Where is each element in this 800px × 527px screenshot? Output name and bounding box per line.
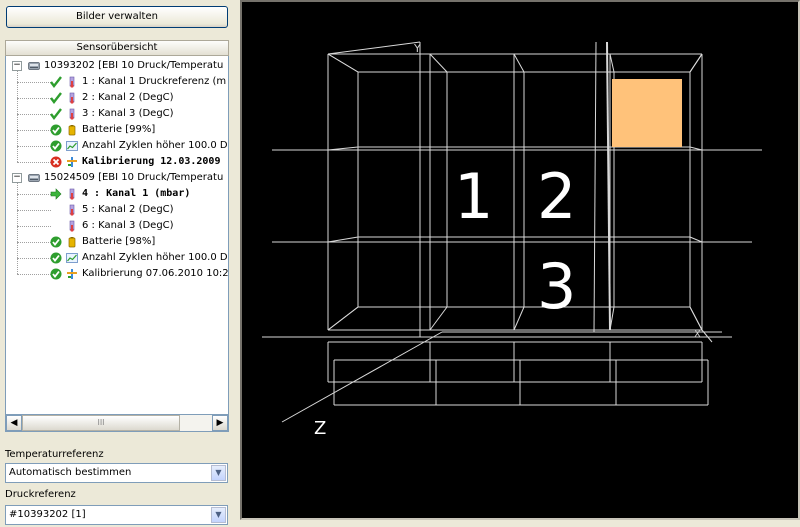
scroll-left-button[interactable]: ◀ — [6, 415, 22, 431]
temperature-reference-value: Automatisch bestimmen — [9, 467, 132, 478]
pressure-reference-label: Druckreferenz — [5, 489, 76, 500]
wireframe-line — [327, 306, 359, 331]
thermometer-icon — [69, 220, 75, 232]
chevron-down-icon[interactable]: ▼ — [211, 507, 226, 523]
ok-status-icon — [50, 140, 62, 152]
channel-node-label: Anzahl Zyklen höher 100.0 D — [82, 252, 228, 263]
battery-icon — [68, 125, 76, 136]
channel-node[interactable]: 3 : Kanal 3 (DegC) — [6, 106, 226, 122]
wireframe-line — [609, 53, 615, 73]
thermometer-icon — [69, 92, 75, 104]
wireframe-line — [327, 41, 421, 55]
channel-node-label: Kalibrierung 07.06.2010 10:2 — [82, 268, 229, 279]
sensor-tree[interactable]: − 10393202 [EBI 10 Druck/Temperatu 1 : Kan… — [5, 56, 229, 415]
channel-node-label: Batterie [99%] — [82, 124, 156, 135]
thermometer-icon — [69, 188, 75, 200]
ok-status-icon — [50, 124, 62, 136]
chevron-down-icon[interactable]: ▼ — [211, 465, 226, 481]
chart-icon — [66, 141, 78, 151]
channel-node-label: 6 : Kanal 3 (DegC) — [82, 220, 174, 231]
channel-node[interactable]: Kalibrierung 12.03.2009 — [6, 154, 226, 170]
check-icon — [50, 108, 62, 120]
marker-2: 2 — [537, 160, 576, 233]
battery-icon — [68, 237, 76, 248]
wireframe-line — [593, 41, 597, 333]
wireframe-line — [689, 236, 703, 243]
channel-node-label: Anzahl Zyklen höher 100.0 D — [82, 140, 228, 151]
sensor-node[interactable]: − 15024509 [EBI 10 Druck/Temperatu — [6, 170, 226, 186]
tree-connector — [17, 183, 18, 274]
axis-z-label: Z — [314, 418, 326, 439]
arrow-right-icon — [50, 188, 62, 200]
sensor-overview-header: Sensorübersicht — [5, 40, 229, 56]
wireframe-line — [429, 53, 448, 73]
calibration-icon — [67, 269, 77, 279]
check-icon — [50, 92, 62, 104]
device-icon — [28, 174, 40, 182]
channel-node-label: 5 : Kanal 2 (DegC) — [82, 204, 174, 215]
wireframe-line — [513, 53, 525, 73]
device-icon — [28, 62, 40, 70]
3d-sensor-view[interactable]: Y Z X 1 2 3 — [240, 0, 800, 520]
highlighted-cell — [612, 79, 682, 147]
sensor-node[interactable]: − 10393202 [EBI 10 Druck/Temperatu — [6, 58, 226, 74]
channel-node[interactable]: Batterie [99%] — [6, 122, 226, 138]
wireframe-line — [689, 53, 703, 73]
channel-node[interactable]: 1 : Kanal 1 Druckreferenz (m — [6, 74, 226, 90]
channel-node[interactable]: 6 : Kanal 3 (DegC) — [6, 218, 226, 234]
tree-horizontal-scrollbar[interactable]: ◀ III ▶ — [5, 415, 229, 432]
tree-connector — [17, 71, 18, 162]
channel-node-label: Batterie [98%] — [82, 236, 156, 247]
channel-node-label: 3 : Kanal 3 (DegC) — [82, 108, 174, 119]
wireframe-line — [689, 306, 703, 331]
axis-y-label: Y — [413, 42, 421, 55]
error-status-icon — [50, 156, 62, 168]
channel-node-label: 1 : Kanal 1 Druckreferenz (m — [82, 76, 227, 87]
ok-status-icon — [50, 268, 62, 280]
channel-node[interactable]: Kalibrierung 07.06.2010 10:2 — [6, 266, 229, 282]
collapse-toggle[interactable]: − — [12, 61, 22, 71]
manage-images-button[interactable]: Bilder verwalten — [6, 6, 228, 28]
sensor-node-label: 10393202 [EBI 10 Druck/Temperatu — [44, 60, 224, 71]
calibration-icon — [67, 157, 77, 167]
wireframe-line — [429, 306, 448, 331]
channel-node[interactable]: 5 : Kanal 2 (DegC) — [6, 202, 226, 218]
channel-node[interactable]: 4 : Kanal 1 (mbar) — [6, 186, 226, 202]
channel-node[interactable]: Batterie [98%] — [6, 234, 226, 250]
axis-x-label: X — [694, 329, 701, 340]
pressure-reference-select[interactable]: #10393202 [1] ▼ — [5, 505, 228, 525]
collapse-toggle[interactable]: − — [12, 173, 22, 183]
pressure-reference-value: #10393202 [1] — [9, 509, 86, 520]
channel-node[interactable]: Anzahl Zyklen höher 100.0 D — [6, 250, 228, 266]
thermometer-icon — [69, 204, 75, 216]
ok-status-icon — [50, 236, 62, 248]
channel-node[interactable]: Anzahl Zyklen höher 100.0 D — [6, 138, 228, 154]
wireframe-line — [513, 306, 525, 331]
temperature-reference-select[interactable]: Automatisch bestimmen ▼ — [5, 463, 228, 483]
check-icon — [50, 76, 62, 88]
channel-node-label: 2 : Kanal 2 (DegC) — [82, 92, 174, 103]
channel-node-label: 4 : Kanal 1 (mbar) — [82, 188, 191, 199]
sensor-node-label: 15024509 [EBI 10 Druck/Temperatu — [44, 172, 224, 183]
marker-1: 1 — [454, 160, 493, 233]
3d-scene-canvas[interactable]: Y Z X 1 2 3 — [242, 2, 798, 518]
thermometer-icon — [69, 108, 75, 120]
channel-node-label: Kalibrierung 12.03.2009 — [82, 156, 221, 167]
chart-icon — [66, 253, 78, 263]
scroll-thumb[interactable]: III — [22, 415, 180, 431]
ok-status-icon — [50, 252, 62, 264]
wireframe-line — [281, 331, 443, 423]
wireframe-line — [327, 53, 359, 73]
wireframe-line — [327, 236, 359, 243]
thermometer-icon — [69, 76, 75, 88]
marker-3: 3 — [537, 250, 576, 323]
channel-node[interactable]: 2 : Kanal 2 (DegC) — [6, 90, 226, 106]
scroll-right-button[interactable]: ▶ — [212, 415, 228, 431]
temperature-reference-label: Temperaturreferenz — [5, 449, 104, 460]
